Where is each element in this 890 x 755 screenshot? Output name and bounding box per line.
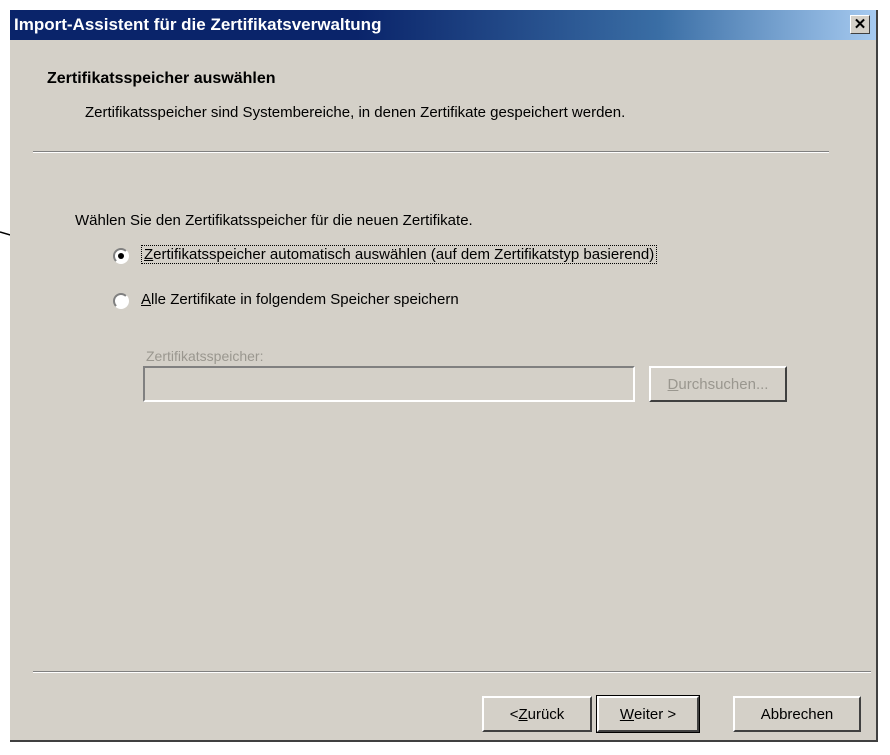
store-prompt: Wählen Sie den Zertifikatsspeicher für d… [75, 212, 473, 229]
footer-divider [33, 671, 871, 673]
browse-button[interactable]: Durchsuchen... [649, 366, 787, 402]
radio-specific-store[interactable] [113, 293, 129, 309]
close-icon: ✕ [853, 16, 867, 33]
import-wizard-dialog: Import-Assistent für die Zertifikatsverw… [10, 10, 878, 742]
label-rest: lle Zertifikate in folgendem Speicher sp… [151, 291, 459, 308]
mnemonic-letter: W [619, 705, 635, 723]
cancel-button[interactable]: Abbrechen [733, 696, 861, 732]
mnemonic-letter: Z [144, 246, 154, 263]
label-prefix: < [509, 705, 519, 723]
focus-rectangle: Zertifikatsspeicher automatisch auswähle… [141, 245, 658, 264]
mnemonic-letter: Z [518, 705, 528, 723]
label-rest: urchsuchen... [678, 375, 769, 393]
radio-selected-dot [118, 253, 124, 259]
radio-auto-select[interactable] [113, 248, 129, 264]
radio-auto-select-label[interactable]: Zertifikatsspeicher automatisch auswähle… [141, 245, 658, 264]
label-rest: urück [527, 705, 565, 723]
store-input[interactable] [143, 366, 635, 402]
next-button[interactable]: Weiter > [596, 695, 700, 733]
window-title: Import-Assistent für die Zertifikatsverw… [14, 15, 382, 34]
back-button[interactable]: < Zurück [482, 696, 592, 732]
header-divider [33, 151, 829, 153]
radio-specific-store-label[interactable]: Alle Zertifikate in folgendem Speicher s… [141, 291, 459, 308]
page-title: Zertifikatsspeicher auswählen [47, 70, 276, 87]
store-field-label: Zertifikatsspeicher: [146, 348, 264, 364]
mnemonic-letter: A [141, 291, 152, 308]
label-rest: ertifikatsspeicher automatisch auswählen… [153, 246, 655, 263]
title-bar[interactable]: Import-Assistent für die Zertifikatsverw… [10, 10, 876, 40]
page-subtitle: Zertifikatsspeicher sind Systembereiche,… [85, 104, 626, 121]
close-button[interactable]: ✕ [850, 15, 870, 34]
mnemonic-letter: D [667, 375, 679, 393]
label-rest: eiter > [634, 705, 677, 723]
